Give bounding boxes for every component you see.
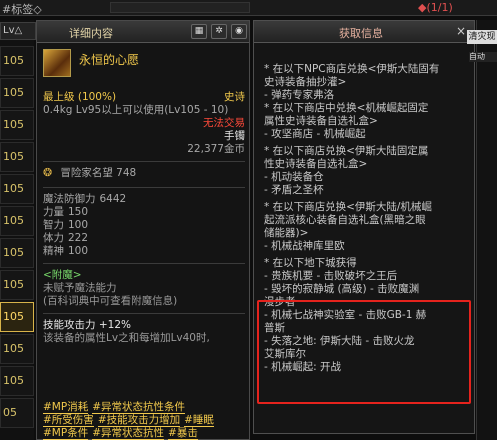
- stat-row: 精神 100: [43, 245, 245, 258]
- source-line: - 矛盾之圣杯: [264, 184, 324, 196]
- skill-desc: 该装备的属性Lv之和每增加Lv40时,: [43, 332, 210, 344]
- skill-attack-value: +12%: [98, 319, 131, 331]
- divider: [43, 263, 245, 264]
- source-line: 性史诗装备自选礼盒>: [264, 158, 368, 170]
- stat-value: 6442: [99, 193, 127, 205]
- tag-list: #MP消耗 #异常状态抗性条件 #所受伤害 #技能攻击力增加 #睡眠 #MP条件 #异常状态…: [43, 401, 243, 440]
- item-fame: 冒险家名望 748: [60, 167, 137, 179]
- level-list-item[interactable]: 105: [0, 110, 34, 140]
- divider: [43, 161, 245, 162]
- level-list-item[interactable]: 105: [0, 334, 34, 364]
- tag-line: #MP条件 #异常状态抗性 #暴击: [43, 427, 243, 440]
- enchant-line: (百科词典中可查看附魔信息): [43, 295, 178, 307]
- level-list-item[interactable]: 105: [0, 142, 34, 172]
- source-header: 获取信息 ×: [254, 21, 474, 43]
- stat-row: 力量 150: [43, 206, 245, 219]
- level-list-item[interactable]: 105: [0, 174, 34, 204]
- stat-row: 智力 100: [43, 219, 245, 232]
- level-list-item[interactable]: 105: [0, 270, 34, 300]
- item-slot: 手镯: [224, 130, 245, 142]
- source-line: 起流派核心装备自选礼盒(黑暗之眼: [264, 214, 426, 226]
- close-button[interactable]: ×: [454, 24, 468, 38]
- level-list-item[interactable]: 105: [0, 302, 34, 332]
- item-rarity: 史诗: [224, 91, 245, 103]
- level-sort-header[interactable]: Lv△: [0, 22, 36, 40]
- source-title: 获取信息: [339, 27, 383, 40]
- eye-icon[interactable]: ◉: [231, 24, 247, 39]
- item-icon[interactable]: [43, 49, 71, 77]
- tag-link[interactable]: #所受伤害: [43, 414, 94, 427]
- source-line: * 在以下地下城获得: [264, 257, 357, 269]
- stat-label: 力量: [43, 206, 64, 218]
- tag-link[interactable]: #MP条件: [43, 427, 89, 440]
- tag-line: #所受伤害 #技能攻击力增加 #睡眠: [43, 414, 243, 427]
- stat-value: 222: [68, 232, 89, 244]
- level-list-item[interactable]: 105: [0, 206, 34, 236]
- top-strip: #标签◇ ◆(1/1): [0, 0, 497, 16]
- right-edge: [476, 20, 497, 440]
- level-list-item[interactable]: 05: [0, 398, 34, 428]
- stat-row: 体力 222: [43, 232, 245, 245]
- tag-search-text[interactable]: #标签◇: [2, 1, 42, 17]
- fame-icon: ❂: [43, 166, 53, 179]
- stat-label: 魔法防御力: [43, 193, 96, 205]
- source-line: * 在以下NPC商店兑换<伊斯大陆固有: [264, 63, 440, 75]
- item-trade: 无法交易: [203, 117, 245, 129]
- stat-value: 100: [68, 245, 89, 257]
- skill-attack-label: 技能攻击力: [43, 319, 96, 331]
- stat-label: 智力: [43, 219, 64, 231]
- stat-row: 魔法防御力 6442: [43, 193, 245, 206]
- source-line: - 机动装备仓: [264, 171, 324, 183]
- source-line: * 在以下商店中兑换<机械崛起固定: [264, 102, 429, 114]
- source-line: 史诗装备抽抄灌>: [264, 76, 347, 88]
- detail-panel: 详细内容 ▦ ✲ ◉ 永恒的心愿 最上级 (100%) 史诗 0.4kg Lv9…: [36, 20, 250, 440]
- right-badge[interactable]: 清灾现: [467, 30, 497, 44]
- enchant-line: 未赋予魔法能力: [43, 282, 117, 294]
- right-badge-auto[interactable]: 自动: [469, 52, 497, 62]
- detail-header: 详细内容 ▦ ✲ ◉: [37, 21, 249, 43]
- level-list-item[interactable]: 105: [0, 366, 34, 396]
- stat-value: 150: [68, 206, 89, 218]
- item-price: 22,377金币: [187, 143, 245, 155]
- highlight-box: [257, 300, 471, 404]
- tag-link[interactable]: #睡眠: [184, 414, 214, 427]
- level-list-item[interactable]: 105: [0, 78, 34, 108]
- source-line: - 攻坚商店 - 机械崛起: [264, 128, 366, 140]
- stat-label: 精神: [43, 245, 64, 257]
- source-line: - 毁坏的寂静城 (高级) - 击败魔渊: [264, 283, 420, 295]
- grid-icon[interactable]: ▦: [191, 24, 207, 39]
- divider: [43, 313, 245, 314]
- source-line: * 在以下商店兑换<伊斯大陆/机械崛: [264, 201, 432, 213]
- source-line: - 机械战神库里欧: [264, 240, 345, 252]
- source-line: - 贵族机要 - 击败破坏之王后: [264, 270, 398, 282]
- item-weight-req: 0.4kg Lv95以上可以使用(Lv105 - 10): [43, 104, 229, 116]
- level-list-item[interactable]: 105: [0, 46, 34, 76]
- divider: [43, 187, 245, 188]
- tag-link[interactable]: #MP消耗: [43, 401, 89, 414]
- gear-icon[interactable]: ✲: [211, 24, 227, 39]
- tag-link[interactable]: #技能攻击力增加: [97, 414, 181, 427]
- tag-link[interactable]: #暴击: [168, 427, 198, 440]
- stat-value: 100: [68, 219, 89, 231]
- source-line: * 在以下商店兑换<伊斯大陆固定属: [264, 145, 429, 157]
- top-scroll-area[interactable]: [110, 2, 250, 13]
- item-grade-pct: (100%): [77, 91, 117, 103]
- tag-link[interactable]: #异常状态抗性: [92, 427, 165, 440]
- detail-body: 最上级 (100%) 史诗 0.4kg Lv95以上可以使用(Lv105 - 1…: [43, 91, 245, 345]
- tag-link[interactable]: #异常状态抗性条件: [92, 401, 186, 414]
- top-right-info: ◆(1/1): [418, 1, 453, 14]
- source-line: 储能器)>: [264, 227, 309, 239]
- detail-title: 详细内容: [69, 27, 113, 40]
- source-line: - 弹药专家弗洛: [264, 89, 335, 101]
- stat-label: 体力: [43, 232, 64, 244]
- enchant-title: <附魔>: [43, 269, 82, 281]
- level-list-item[interactable]: 105: [0, 238, 34, 268]
- item-name: 永恒的心愿: [79, 53, 140, 67]
- tag-line: #MP消耗 #异常状态抗性条件: [43, 401, 243, 414]
- source-line: 属性史诗装备自选礼盒>: [264, 115, 378, 127]
- item-grade: 最上级: [43, 91, 75, 103]
